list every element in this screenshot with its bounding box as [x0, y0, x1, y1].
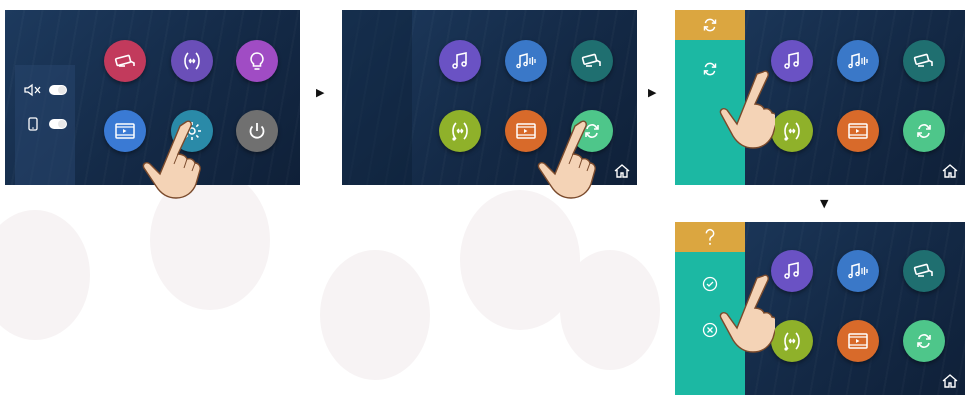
ringtone-volume-icon[interactable]	[837, 250, 879, 292]
cancel-x-icon[interactable]	[702, 322, 718, 338]
watermark-blob	[150, 170, 270, 310]
music-note-icon[interactable]	[439, 40, 481, 82]
mute-toggle[interactable]	[49, 85, 67, 95]
cctv-camera-icon[interactable]	[104, 40, 146, 82]
side-strip	[342, 10, 412, 185]
power-icon[interactable]	[236, 110, 278, 152]
video-playback-icon[interactable]	[104, 110, 146, 152]
ringtone-volume-icon[interactable]	[505, 40, 547, 82]
camera-icon[interactable]	[903, 250, 945, 292]
switch-arrows-icon[interactable]	[903, 320, 945, 362]
video-record-icon[interactable]	[837, 110, 879, 152]
light-bulb-icon[interactable]	[236, 40, 278, 82]
screen-step-4	[675, 222, 965, 395]
call-transfer-icon[interactable]	[439, 110, 481, 152]
flow-arrow-down: ▼	[820, 197, 829, 210]
switch-arrows-icon[interactable]	[903, 110, 945, 152]
help-bar	[675, 222, 745, 252]
watermark-blob	[560, 250, 660, 370]
quick-toggle-panel	[15, 65, 75, 185]
mute-icon	[24, 83, 41, 97]
call-transfer-icon[interactable]	[771, 320, 813, 362]
call-transfer-icon[interactable]	[771, 110, 813, 152]
screen-step-2	[342, 10, 637, 185]
mobile-phone-icon	[28, 117, 38, 131]
home-icon[interactable]	[941, 162, 959, 180]
camera-icon[interactable]	[903, 40, 945, 82]
help-question-icon	[705, 228, 715, 245]
screen-step-1	[5, 10, 300, 185]
screen-step-3	[675, 10, 965, 185]
switch-arrows-icon[interactable]	[699, 58, 721, 80]
intercom-icon[interactable]	[171, 40, 213, 82]
watermark-blob	[0, 210, 90, 340]
camera-icon[interactable]	[571, 40, 613, 82]
music-note-icon[interactable]	[771, 40, 813, 82]
ringtone-volume-icon[interactable]	[837, 40, 879, 82]
mobile-row	[23, 117, 67, 131]
selected-function-bar	[675, 10, 745, 40]
switch-arrows-icon[interactable]	[571, 110, 613, 152]
switch-arrows-icon	[703, 18, 717, 32]
flow-arrow-right: ▶	[648, 86, 657, 99]
confirm-check-icon[interactable]	[702, 276, 718, 292]
flow-arrow-right: ▶	[316, 86, 325, 99]
video-record-icon[interactable]	[505, 110, 547, 152]
video-record-icon[interactable]	[837, 320, 879, 362]
settings-gear-icon[interactable]	[171, 110, 213, 152]
music-note-icon[interactable]	[771, 250, 813, 292]
mobile-toggle[interactable]	[49, 119, 67, 129]
mute-row	[23, 83, 67, 97]
home-icon[interactable]	[941, 372, 959, 390]
watermark-blob	[320, 250, 430, 380]
home-icon[interactable]	[613, 162, 631, 180]
